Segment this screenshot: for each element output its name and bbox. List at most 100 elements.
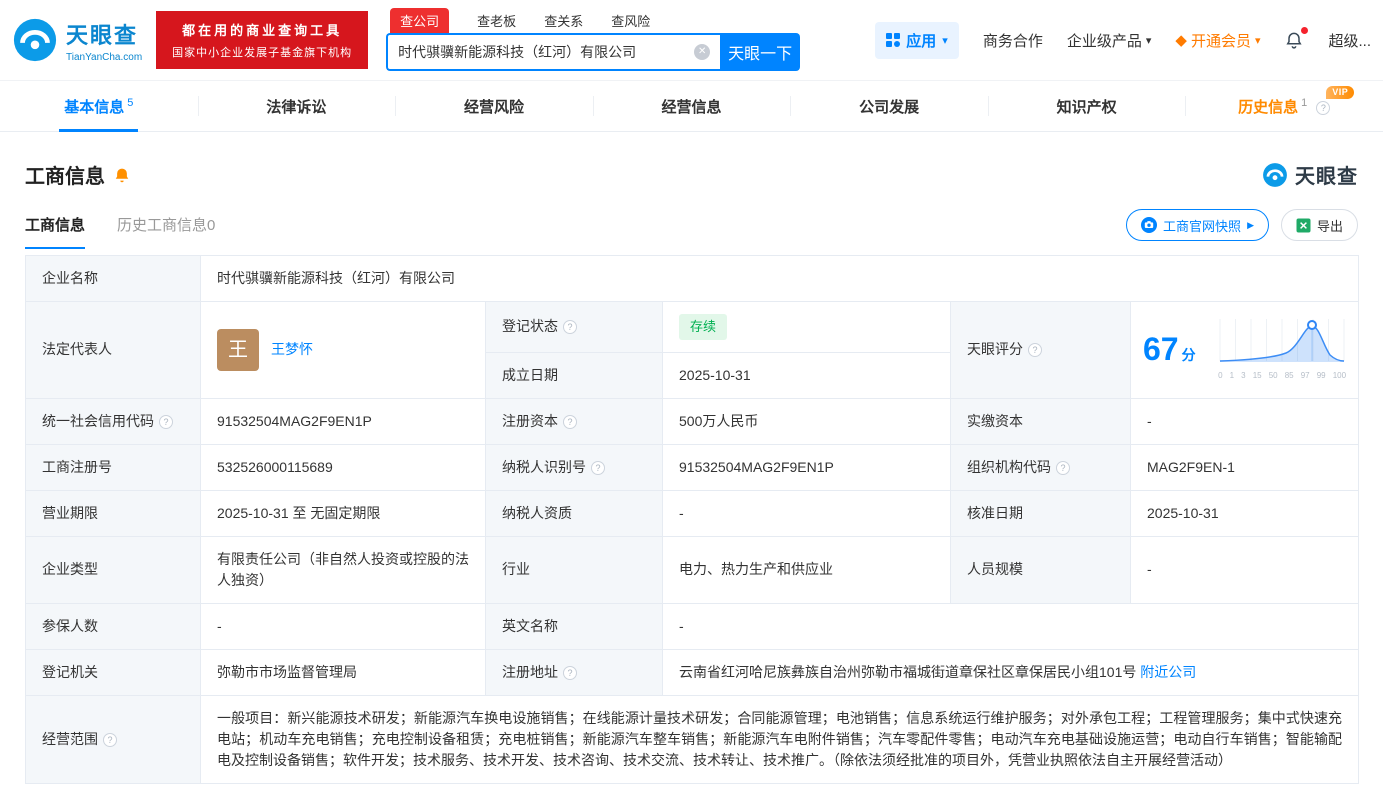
business-info-table: 企业名称 时代骐骥新能源科技（红河）有限公司 法定代表人 王 王梦怀 登记状态?…	[25, 255, 1359, 784]
logo-name: 天眼查	[66, 18, 142, 50]
tab-operating-risk[interactable]: 经营风险	[395, 81, 593, 131]
credit-code-value: 91532504MAG2F9EN1P	[201, 398, 486, 444]
apps-menu[interactable]: 应用 ▾	[875, 22, 959, 59]
tab-history-info[interactable]: VIP 历史信息1 ?	[1185, 81, 1383, 131]
section-title: 工商信息	[25, 160, 105, 189]
section-watermark-logo: 天眼查	[1262, 160, 1358, 189]
tab-company-development[interactable]: 公司发展	[790, 81, 988, 131]
search-tab-risk[interactable]: 查风险	[611, 11, 650, 33]
table-row: 登记机关 弥勒市市场监督管理局 注册地址? 云南省红河哈尼族彝族自治州弥勒市福城…	[26, 649, 1359, 695]
help-icon[interactable]: ?	[1056, 461, 1070, 475]
taxpayer-quality-label: 纳税人资质	[486, 490, 663, 536]
tianyancha-logo[interactable]: 天眼查 TianYanCha.com	[12, 17, 142, 63]
taxpayer-id-value: 91532504MAG2F9EN1P	[663, 444, 951, 490]
help-icon[interactable]: ?	[563, 320, 577, 334]
nav-cooperation[interactable]: 商务合作	[983, 30, 1043, 51]
company-name-label: 企业名称	[26, 256, 201, 302]
score-chart-axis: 0131550859799100	[1218, 370, 1346, 382]
english-name-label: 英文名称	[486, 603, 663, 649]
nearby-companies-link[interactable]: 附近公司	[1140, 664, 1196, 680]
org-code-label-text: 组织机构代码	[967, 459, 1051, 475]
help-icon[interactable]: ?	[563, 415, 577, 429]
reg-capital-label-text: 注册资本	[502, 413, 558, 429]
company-nav-tabs: 基本信息5 法律诉讼 经营风险 经营信息 公司发展 知识产权 VIP 历史信息1…	[0, 80, 1383, 132]
taxpayer-id-label: 纳税人识别号?	[486, 444, 663, 490]
help-icon[interactable]: ?	[563, 666, 577, 680]
paid-capital-value: -	[1131, 398, 1359, 444]
search-input[interactable]	[388, 44, 694, 60]
search-button[interactable]: 天眼一下	[720, 33, 800, 71]
reg-capital-label: 注册资本?	[486, 398, 663, 444]
vip-badge: VIP	[1326, 86, 1354, 99]
promo-banner: 都在用的商业查询工具 国家中小企业发展子基金旗下机构	[156, 11, 368, 69]
official-snapshot-button[interactable]: 工商官网快照 ▶	[1126, 209, 1269, 241]
insured-count-label: 参保人数	[26, 603, 201, 649]
section-actions: 工商官网快照 ▶ 导出	[1126, 209, 1358, 249]
search-area: 查公司 查老板 查关系 查风险 ✕ 天眼一下	[386, 9, 800, 71]
table-row: 参保人数 - 英文名称 -	[26, 603, 1359, 649]
tab-label: 经营信息	[662, 99, 722, 116]
bell-icon	[113, 166, 131, 184]
reg-authority-label: 登记机关	[26, 649, 201, 695]
business-term-label: 营业期限	[26, 490, 201, 536]
legal-rep-avatar[interactable]: 王	[217, 329, 259, 371]
search-tab-company[interactable]: 查公司	[390, 8, 449, 33]
status-badge: 存续	[679, 314, 727, 340]
nav-open-vip[interactable]: ◆ 开通会员 ▾	[1175, 30, 1260, 51]
nav-enterprise[interactable]: 企业级产品 ▾	[1067, 30, 1152, 51]
search-tab-boss[interactable]: 查老板	[477, 11, 516, 33]
logo-text: 天眼查 TianYanCha.com	[66, 18, 142, 63]
search-tab-relation[interactable]: 查关系	[544, 11, 583, 33]
table-row: 法定代表人 王 王梦怀 登记状态? 存续 天眼评分? 67分	[26, 302, 1359, 353]
tab-basic-info[interactable]: 基本信息5	[0, 81, 198, 131]
help-icon[interactable]: ?	[159, 415, 173, 429]
org-code-value: MAG2F9EN-1	[1131, 444, 1359, 490]
arrow-right-icon: ▶	[1247, 220, 1254, 231]
search-tabs: 查公司 查老板 查关系 查风险	[386, 9, 800, 33]
table-row: 营业期限 2025-10-31 至 无固定期限 纳税人资质 - 核准日期 202…	[26, 490, 1359, 536]
business-scope-label-text: 经营范围	[42, 731, 98, 747]
tab-label: 法律诉讼	[266, 99, 326, 116]
legal-rep-link[interactable]: 王梦怀	[271, 339, 313, 360]
chevron-down-icon: ▾	[942, 34, 948, 47]
reg-address-value: 云南省红河哈尼族彝族自治州弥勒市福城街道章保社区章保居民小组101号	[679, 664, 1136, 680]
help-icon[interactable]: ?	[1028, 343, 1042, 357]
score-chart: 0131550859799100	[1218, 317, 1346, 382]
notification-bell-icon[interactable]	[1284, 30, 1304, 50]
tab-label: 公司发展	[859, 99, 919, 116]
company-name-value: 时代骐骥新能源科技（红河）有限公司	[201, 256, 1359, 302]
tab-legal-litigation[interactable]: 法律诉讼	[198, 81, 396, 131]
score-value: 67分	[1143, 333, 1196, 366]
table-row: 企业类型 有限责任公司（非自然人投资或控股的法人独资） 行业 电力、热力生产和供…	[26, 536, 1359, 603]
score-distribution-chart	[1218, 317, 1346, 363]
tab-operating-info[interactable]: 经营信息	[593, 81, 791, 131]
reg-status-cell: 存续	[663, 302, 951, 353]
subscribe-bell-icon[interactable]	[113, 166, 131, 184]
reg-authority-value: 弥勒市市场监督管理局	[201, 649, 486, 695]
tab-label: 经营风险	[464, 99, 524, 116]
establish-date-label: 成立日期	[486, 352, 663, 398]
clear-search-icon[interactable]: ✕	[694, 44, 710, 60]
table-row: 统一社会信用代码? 91532504MAG2F9EN1P 注册资本? 500万人…	[26, 398, 1359, 444]
reg-address-label: 注册地址?	[486, 649, 663, 695]
nav-super-vip[interactable]: 超级...	[1328, 30, 1371, 51]
top-header: 天眼查 TianYanCha.com 都在用的商业查询工具 国家中小企业发展子基…	[0, 0, 1383, 80]
reg-number-value: 532526000115689	[201, 444, 486, 490]
staff-size-label: 人员规模	[951, 536, 1131, 603]
tianyancha-logo-icon	[1262, 162, 1288, 188]
subtab-history-business-info[interactable]: 历史工商信息0	[117, 214, 215, 249]
reg-status-label: 登记状态?	[486, 302, 663, 353]
camera-icon	[1141, 217, 1157, 233]
table-row: 工商注册号 532526000115689 纳税人识别号? 91532504MA…	[26, 444, 1359, 490]
export-button[interactable]: 导出	[1281, 209, 1358, 241]
reg-status-label-text: 登记状态	[502, 318, 558, 334]
tab-intellectual-property[interactable]: 知识产权	[988, 81, 1186, 131]
insured-count-value: -	[201, 603, 486, 649]
subtab-business-info[interactable]: 工商信息	[25, 214, 85, 249]
section-header: 工商信息 天眼查	[0, 132, 1383, 195]
help-icon[interactable]: ?	[591, 461, 605, 475]
business-scope-value: 一般项目：新兴能源技术研发；新能源汽车换电设施销售；在线能源计量技术研发；合同能…	[201, 695, 1359, 783]
help-icon[interactable]: ?	[1316, 101, 1330, 115]
industry-value: 电力、热力生产和供应业	[663, 536, 951, 603]
help-icon[interactable]: ?	[103, 733, 117, 747]
